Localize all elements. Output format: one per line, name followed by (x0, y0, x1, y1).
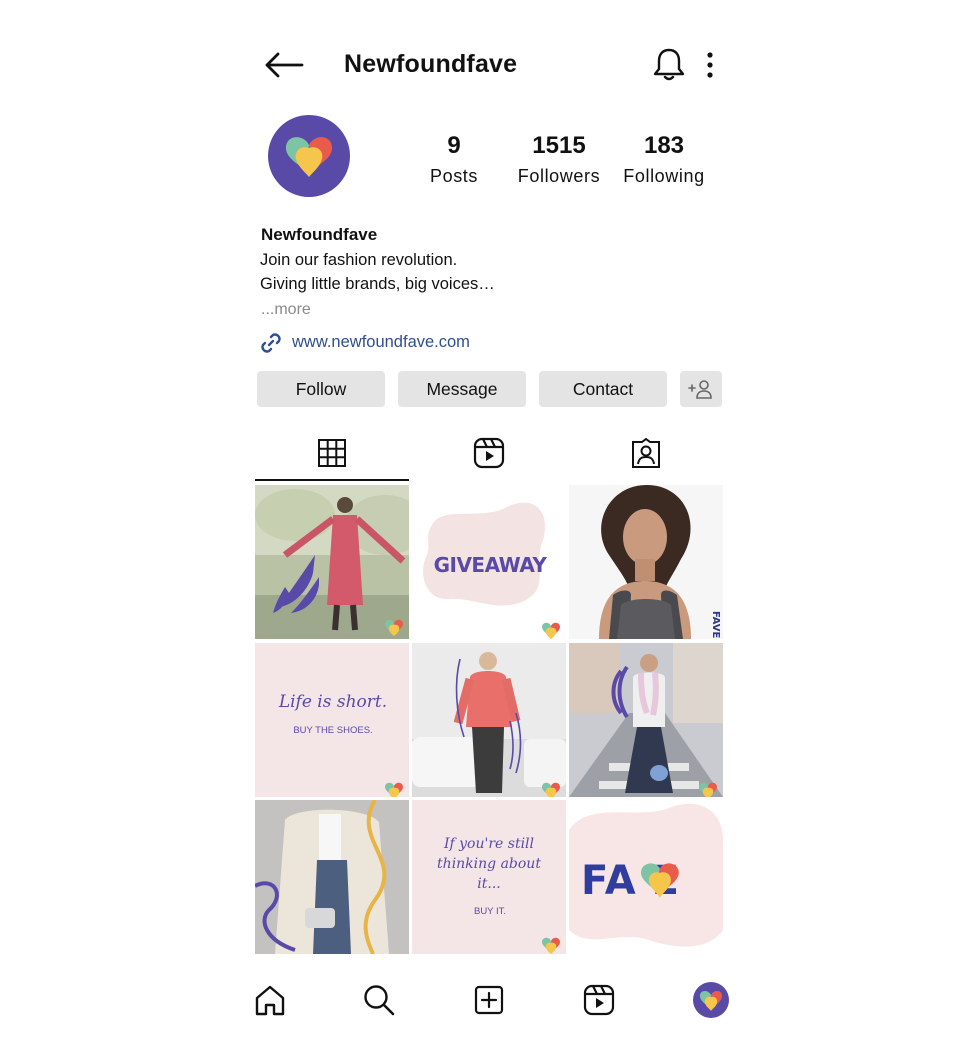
stat-value: 1515 (532, 132, 586, 159)
stat-posts[interactable]: 9 Posts (399, 132, 509, 187)
post-photo-cardigan (255, 800, 409, 954)
quote-text: Life is short. (278, 692, 387, 712)
link-icon (261, 333, 281, 353)
post-tile[interactable] (255, 800, 409, 954)
nav-profile[interactable] (691, 980, 731, 1020)
stat-label: Followers (517, 166, 601, 186)
post-graphic-fave: FA E (569, 803, 723, 947)
tab-reels[interactable] (412, 425, 566, 481)
post-photo-red-sweater (412, 643, 566, 797)
post-tile[interactable]: FAVE (569, 485, 723, 639)
bell-icon[interactable] (652, 46, 686, 82)
post-tile[interactable] (412, 643, 566, 797)
more-link[interactable]: ...more (261, 301, 311, 319)
nav-reels[interactable] (579, 980, 619, 1020)
add-person-button[interactable] (680, 371, 722, 407)
follow-button[interactable]: Follow (257, 371, 385, 407)
stat-followers[interactable]: 1515 Followers (504, 132, 614, 187)
post-graphic-life-is-short: Life is short. BUY THE SHOES. (255, 643, 409, 797)
quote-sub-text: BUY THE SHOES. (293, 725, 372, 736)
stat-value: 183 (643, 132, 685, 159)
post-photo-street (569, 643, 723, 797)
post-tile[interactable]: If you're still thinking about it... BUY… (412, 800, 566, 954)
side-brand-text: FAVE (710, 611, 721, 638)
nav-search[interactable] (359, 980, 399, 1020)
stat-label: Posts (429, 166, 479, 186)
post-graphic-still-thinking: If you're still thinking about it... BUY… (412, 800, 566, 954)
quote-sub-text: BUY IT. (474, 906, 506, 917)
active-tab-indicator (255, 479, 409, 481)
profile-avatar (693, 982, 729, 1018)
post-photo-floral-dress (255, 485, 409, 639)
quote-text: If you're still thinking about it... (437, 836, 541, 892)
tab-grid[interactable] (255, 425, 409, 481)
giveaway-text: GIVEAWAY (434, 553, 548, 577)
post-tile[interactable]: GIVEAWAY (412, 485, 566, 639)
post-photo-portrait: FAVE (569, 485, 723, 639)
add-post-icon (474, 985, 504, 1015)
post-graphic-giveaway: GIVEAWAY (423, 502, 560, 639)
post-tile[interactable] (255, 485, 409, 639)
nav-home[interactable] (250, 980, 290, 1020)
reels-icon (473, 437, 505, 469)
bio-line: Giving little brands, big voices… (260, 275, 495, 293)
stat-label: Following (623, 166, 705, 186)
arrow-left-icon[interactable] (262, 48, 306, 82)
home-icon (255, 985, 285, 1016)
nav-add-post[interactable] (469, 980, 509, 1020)
message-button[interactable]: Message (398, 371, 526, 407)
profile-name: Newfoundfave (261, 225, 378, 244)
stat-value: 9 (447, 132, 461, 159)
tagged-icon (632, 437, 660, 468)
stat-following[interactable]: 183 Following (609, 132, 719, 187)
contact-button[interactable]: Contact (539, 371, 667, 407)
post-tile[interactable]: Life is short. BUY THE SHOES. (255, 643, 409, 797)
avatar[interactable] (268, 115, 350, 197)
heart-logo-icon (285, 137, 333, 177)
bio-line: Join our fashion revolution. (260, 251, 458, 269)
page-title: Newfoundfave (344, 50, 518, 78)
website-link[interactable]: www.newfoundfave.com (292, 333, 470, 352)
grid-icon (318, 439, 346, 467)
search-icon (364, 985, 395, 1016)
add-person-icon (688, 380, 712, 399)
post-tile[interactable]: FA E (569, 800, 723, 954)
post-tile[interactable] (569, 643, 723, 797)
reels-icon (583, 984, 615, 1016)
more-vertical-icon[interactable] (700, 50, 720, 80)
tab-tagged[interactable] (569, 425, 723, 481)
